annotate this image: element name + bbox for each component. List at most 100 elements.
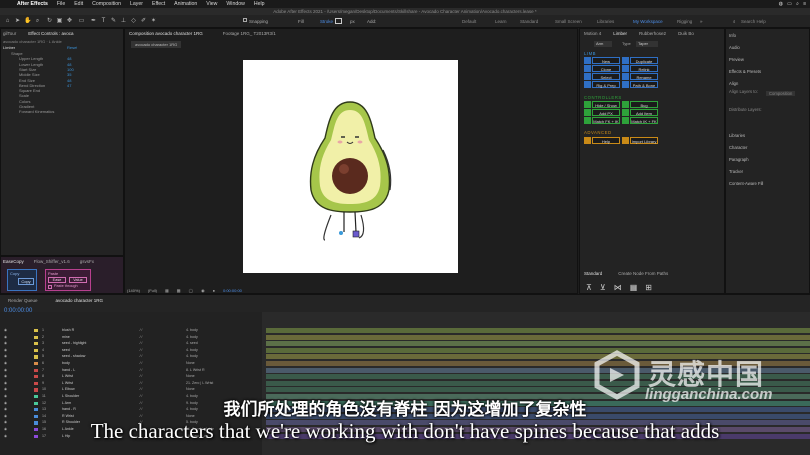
side-panel-item[interactable]: Preview xyxy=(729,57,744,62)
layer-parent-dropdown[interactable]: 4. body xyxy=(186,348,198,353)
match-icon[interactable] xyxy=(584,117,591,124)
layer-switches[interactable]: ⁄ ⁄ xyxy=(140,387,142,392)
distribute-icon[interactable]: ⋈ xyxy=(614,283,622,292)
search-help-field[interactable]: Search Help xyxy=(741,19,766,24)
layer-name[interactable]: body xyxy=(62,361,70,366)
align-top-icon[interactable]: ⊼ xyxy=(586,283,592,292)
tab-giltour[interactable]: gilTour xyxy=(3,31,16,37)
relink-icon[interactable] xyxy=(622,65,629,72)
layer-parent-dropdown[interactable]: 21. Zero | L Wrist xyxy=(186,381,213,386)
tab-create-node[interactable]: Create Node From Paths xyxy=(618,271,668,276)
workspace-small-screen[interactable]: Small Screen xyxy=(555,19,582,24)
visibility-eye-icon[interactable]: ◉ xyxy=(4,381,7,386)
visibility-eye-icon[interactable]: ◉ xyxy=(4,361,7,366)
layer-switches[interactable]: ⁄ ⁄ xyxy=(140,368,142,373)
layer-parent-dropdown[interactable]: 4. body xyxy=(186,328,198,333)
layer-name[interactable]: seed xyxy=(62,348,70,353)
menu-composition[interactable]: Composition xyxy=(92,1,121,7)
layer-row[interactable]: ◉ 9 L Wrist ⁄ ⁄ 21. Zero | L Wrist xyxy=(0,381,262,386)
limber-button[interactable]: Relink xyxy=(630,65,658,72)
layer-label-color[interactable] xyxy=(34,388,38,392)
layer-switches[interactable]: ⁄ ⁄ xyxy=(140,328,142,333)
menu-window[interactable]: Window xyxy=(226,1,244,7)
stroke-swatch[interactable] xyxy=(335,18,342,24)
comp-timecode[interactable]: 0:00:00:00 xyxy=(223,288,242,293)
value-button[interactable]: Value xyxy=(69,277,87,283)
side-panel-item[interactable]: Paragraph xyxy=(729,157,749,162)
help-icon[interactable] xyxy=(584,137,591,144)
ease-button[interactable]: Ease xyxy=(48,277,66,283)
tab-rubberhose[interactable]: Rubberhose2 xyxy=(639,31,666,36)
clone-stamp-tool-icon[interactable]: ⊥ xyxy=(120,18,127,25)
side-panel-item[interactable]: Align xyxy=(729,81,738,86)
fill-label[interactable]: Fill xyxy=(298,19,304,24)
roto-brush-tool-icon[interactable]: ✐ xyxy=(140,18,147,25)
tab-timeline-comp[interactable]: avocado character 1RG xyxy=(56,298,104,303)
add-item-icon[interactable] xyxy=(622,109,629,116)
side-panel-item[interactable]: Distribute Layers: xyxy=(729,107,762,112)
eraser-tool-icon[interactable]: ◇ xyxy=(130,18,137,25)
layer-switches[interactable]: ⁄ ⁄ xyxy=(140,374,142,379)
layer-row[interactable]: ◉ 7 hand - L ⁄ ⁄ 8. L Wrist R xyxy=(0,368,262,373)
layer-name[interactable]: mine xyxy=(62,335,70,340)
limber-button[interactable]: Match FK + IK xyxy=(592,117,620,124)
rotate-tool-icon[interactable]: ↻ xyxy=(46,18,53,25)
layer-label-color[interactable] xyxy=(34,375,38,379)
puppet-tool-icon[interactable]: ✶ xyxy=(150,18,157,25)
limber-button[interactable]: Add PX xyxy=(592,109,620,116)
layer-row[interactable]: ◉ 1 blush R ⁄ ⁄ 4. body xyxy=(0,328,262,333)
type-tool-icon[interactable]: T xyxy=(100,18,107,25)
layer-parent-dropdown[interactable]: 4. body xyxy=(186,354,198,359)
layer-name[interactable]: blush R xyxy=(62,328,74,333)
stroke-label[interactable]: Stroke xyxy=(320,19,333,24)
composition-canvas[interactable] xyxy=(243,60,458,273)
limber-button[interactable]: Add Item xyxy=(630,109,658,116)
visibility-eye-icon[interactable]: ◉ xyxy=(4,328,7,333)
tab-gsvsfx[interactable]: gsvsFx xyxy=(80,259,94,264)
wifi-icon[interactable]: ◍ xyxy=(779,1,784,8)
menu-help[interactable]: Help xyxy=(254,1,265,7)
limber-button[interactable]: Clone xyxy=(592,65,620,72)
tab-effect-controls[interactable]: Effect Controls : avoca xyxy=(28,31,73,37)
workspace-default[interactable]: Default xyxy=(462,19,476,24)
pan-behind-tool-icon[interactable]: ✥ xyxy=(66,18,73,25)
pen-tool-icon[interactable]: ✒ xyxy=(90,18,97,25)
layer-name[interactable]: hand - L xyxy=(62,368,75,373)
layer-name[interactable]: L Elbow xyxy=(62,387,75,392)
layer-name[interactable]: seed - shadow xyxy=(62,354,85,359)
workspace-rigging[interactable]: Rigging xyxy=(677,19,692,24)
menu-animation[interactable]: Animation xyxy=(174,1,197,7)
layer-switches[interactable]: ⁄ ⁄ xyxy=(140,354,142,359)
tab-footage[interactable]: Footage 1RG_ T2013R3/1 xyxy=(223,31,276,36)
menu-effect[interactable]: Effect xyxy=(152,1,165,7)
snapping-checkbox[interactable] xyxy=(243,18,247,22)
layer-switches[interactable]: ⁄ ⁄ xyxy=(140,361,142,366)
layer-parent-dropdown[interactable]: 4. body xyxy=(186,335,198,340)
tab-flow[interactable]: Flow_Shiffer_v1.6 xyxy=(34,259,70,264)
layer-parent-dropdown[interactable]: None xyxy=(186,361,195,366)
zoom-dropdown[interactable]: (140%) xyxy=(127,288,140,293)
layer-label-color[interactable] xyxy=(34,342,38,346)
menu-layer[interactable]: Layer xyxy=(130,1,143,7)
layer-label-color[interactable] xyxy=(34,368,38,372)
layer-switches[interactable]: ⁄ ⁄ xyxy=(140,335,142,340)
layer-duration-bar[interactable] xyxy=(266,334,810,340)
side-panel-item[interactable]: Effects & Presets xyxy=(729,69,761,74)
side-panel-item[interactable]: Composition xyxy=(766,91,796,96)
layer-row[interactable]: ◉ 2 mine ⁄ ⁄ 4. body xyxy=(0,335,262,340)
composition-breadcrumb[interactable]: avocado character 1RG xyxy=(131,41,182,48)
layer-name[interactable]: L Wrist xyxy=(62,374,73,379)
align-bottom-icon[interactable]: ⊻ xyxy=(600,283,606,292)
transparency-grid-icon[interactable]: ▩ xyxy=(177,288,181,293)
add-label[interactable]: Add: xyxy=(367,19,376,24)
home-icon[interactable]: ⌂ xyxy=(4,18,11,25)
eye-icon[interactable] xyxy=(584,101,591,108)
new-node-icon[interactable]: ⊞ xyxy=(645,283,652,292)
brush-tool-icon[interactable]: ✎ xyxy=(110,18,117,25)
layer-name[interactable]: L Wrist xyxy=(62,381,73,386)
tab-duik[interactable]: Duik Bo xyxy=(678,31,694,36)
limb-type-dropdown[interactable]: Arm xyxy=(594,41,612,47)
tab-easecopy[interactable]: EaseCopy xyxy=(3,259,24,264)
visibility-eye-icon[interactable]: ◉ xyxy=(4,374,7,379)
path-bone-icon[interactable] xyxy=(622,81,629,88)
